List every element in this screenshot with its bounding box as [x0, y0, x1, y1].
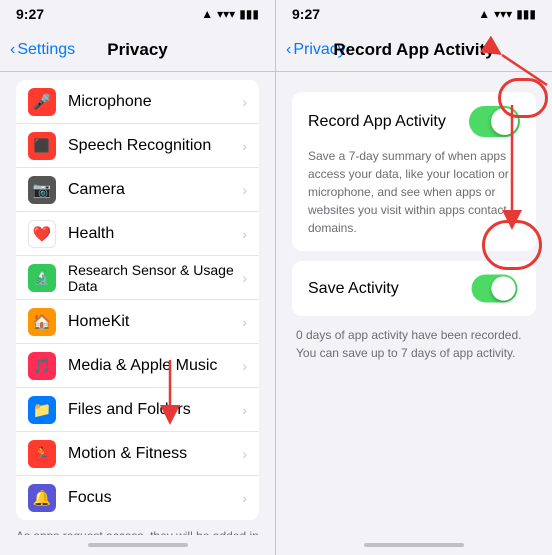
toggle-knob [491, 108, 518, 135]
focus-label: Focus [68, 489, 242, 507]
speech-icon: ⬛ [28, 132, 56, 160]
focus-row[interactable]: 🔔 Focus › [16, 476, 259, 520]
right-battery-icon: ▮▮▮ [516, 7, 536, 21]
left-nav-title: Privacy [107, 40, 168, 60]
homekit-label: HomeKit [68, 313, 242, 331]
toggle-section: Record App Activity Save a 7-day summary… [292, 92, 536, 251]
main-settings-group: 🎤 Microphone › ⬛ Speech Recognition › 📷 … [16, 80, 259, 520]
health-chevron: › [242, 226, 247, 242]
camera-chevron: › [242, 182, 247, 198]
homekit-chevron: › [242, 314, 247, 330]
research-label: Research Sensor & Usage Data [68, 262, 242, 294]
settings-list: 🎤 Microphone › ⬛ Speech Recognition › 📷 … [0, 72, 275, 535]
left-home-bar [88, 543, 188, 547]
microphone-chevron: › [242, 94, 247, 110]
media-icon: 🎵 [28, 352, 56, 380]
save-activity-section: Save Activity [292, 261, 536, 316]
right-content: Record App Activity Save a 7-day summary… [276, 72, 552, 535]
right-time: 9:27 [292, 6, 320, 22]
left-back-button[interactable]: ‹ Settings [10, 41, 75, 59]
toggle-row: Record App Activity [308, 106, 520, 137]
camera-row[interactable]: 📷 Camera › [16, 168, 259, 212]
bottom-description: 0 days of app activity have been recorde… [292, 326, 536, 362]
left-status-bar: 9:27 ▲ ▾▾▾ ▮▮▮ [0, 0, 275, 28]
health-row[interactable]: ❤️ Health › [16, 212, 259, 256]
motion-label: Motion & Fitness [68, 445, 242, 463]
research-chevron: › [242, 270, 247, 286]
motion-icon: 🏃 [28, 440, 56, 468]
focus-icon: 🔔 [28, 484, 56, 512]
wifi-icon: ▾▾▾ [217, 7, 235, 21]
motion-row[interactable]: 🏃 Motion & Fitness › [16, 432, 259, 476]
right-home-indicator [276, 535, 552, 555]
microphone-row[interactable]: 🎤 Microphone › [16, 80, 259, 124]
signal-icon: ▲ [201, 7, 213, 21]
microphone-icon: 🎤 [28, 88, 56, 116]
right-wifi-icon: ▾▾▾ [494, 7, 512, 21]
files-label: Files and Folders [68, 401, 242, 419]
battery-icon: ▮▮▮ [239, 7, 259, 21]
right-signal-icon: ▲ [478, 7, 490, 21]
health-label: Health [68, 225, 242, 243]
record-toggle[interactable] [469, 106, 520, 137]
health-icon: ❤️ [28, 220, 56, 248]
focus-chevron: › [242, 490, 247, 506]
left-nav-bar: ‹ Settings Privacy [0, 28, 275, 72]
camera-label: Camera [68, 181, 242, 199]
toggle-label: Record App Activity [308, 113, 446, 131]
files-icon: 📁 [28, 396, 56, 424]
camera-icon: 📷 [28, 176, 56, 204]
media-chevron: › [242, 358, 247, 374]
left-home-indicator [0, 535, 275, 555]
speech-label: Speech Recognition [68, 137, 242, 155]
motion-chevron: › [242, 446, 247, 462]
research-row[interactable]: 🔬 Research Sensor & Usage Data › [16, 256, 259, 300]
save-activity-toggle[interactable] [472, 275, 518, 303]
files-chevron: › [242, 402, 247, 418]
section-footer: As apps request access, they will be add… [0, 520, 275, 535]
left-back-label: Settings [17, 41, 75, 59]
right-status-icons: ▲ ▾▾▾ ▮▮▮ [478, 7, 536, 21]
media-label: Media & Apple Music [68, 357, 242, 375]
media-row[interactable]: 🎵 Media & Apple Music › [16, 344, 259, 388]
homekit-icon: 🏠 [28, 308, 56, 336]
left-status-icons: ▲ ▾▾▾ ▮▮▮ [201, 7, 259, 21]
microphone-label: Microphone [68, 93, 242, 111]
research-icon: 🔬 [28, 264, 56, 292]
toggle-description: Save a 7-day summary of when apps access… [308, 147, 520, 237]
left-time: 9:27 [16, 6, 44, 22]
speech-recognition-row[interactable]: ⬛ Speech Recognition › [16, 124, 259, 168]
right-nav-bar: ‹ Privacy Record App Activity [276, 28, 552, 72]
right-status-bar: 9:27 ▲ ▾▾▾ ▮▮▮ [276, 0, 552, 28]
right-chevron-icon: ‹ [286, 41, 291, 59]
right-nav-title: Record App Activity [333, 40, 494, 60]
files-row[interactable]: 📁 Files and Folders › [16, 388, 259, 432]
chevron-left-icon: ‹ [10, 41, 15, 59]
homekit-row[interactable]: 🏠 HomeKit › [16, 300, 259, 344]
save-activity-label: Save Activity [308, 280, 399, 298]
right-home-bar [364, 543, 464, 547]
speech-chevron: › [242, 138, 247, 154]
save-toggle-knob [491, 276, 515, 300]
